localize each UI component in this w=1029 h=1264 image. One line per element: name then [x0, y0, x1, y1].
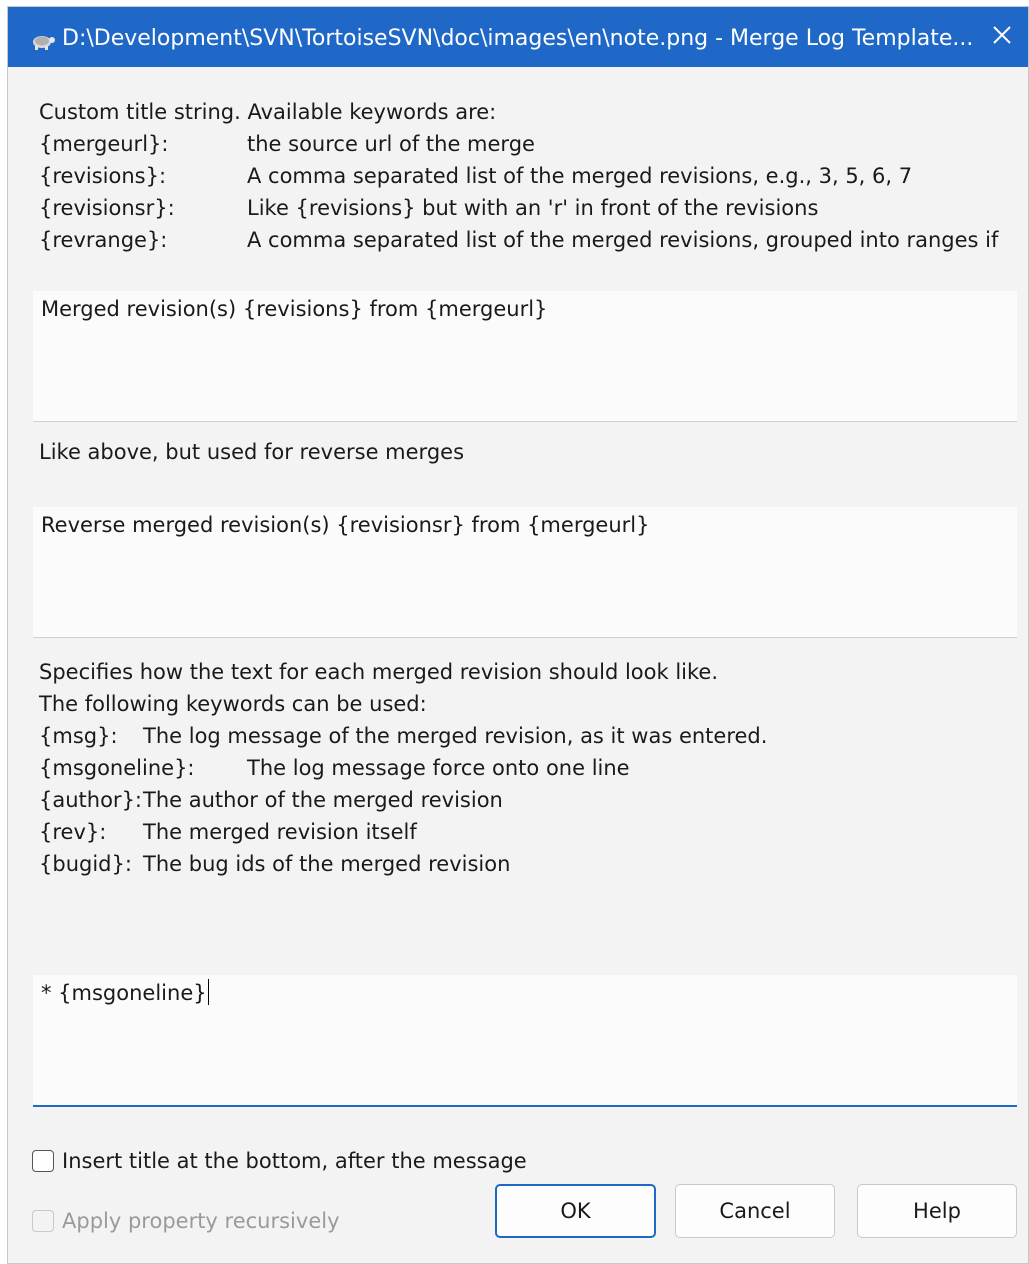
keyword-description: A comma separated list of the merged rev…: [247, 164, 913, 188]
reverse-merge-label: Like above, but used for reverse merges: [39, 440, 465, 464]
close-icon: [992, 25, 1012, 49]
keyword-description: The log message of the merged revision, …: [143, 724, 768, 748]
keyword-name: {mergeurl}:: [39, 132, 169, 156]
insert-title-bottom-label: Insert title at the bottom, after the me…: [62, 1149, 527, 1173]
keyword-name: {author}:: [39, 788, 143, 812]
merge-log-template-dialog: D:\Development\SVN\TortoiseSVN\doc\image…: [7, 6, 1029, 1264]
keyword-description: The merged revision itself: [143, 820, 417, 844]
message-intro-label: The following keywords can be used:: [39, 692, 427, 716]
keyword-name: {revisions}:: [39, 164, 167, 188]
message-template-value: * {msgoneline}: [41, 981, 207, 1005]
help-button[interactable]: Help: [857, 1184, 1017, 1238]
ok-button[interactable]: OK: [495, 1184, 656, 1238]
keyword-name: {revrange}:: [39, 228, 168, 252]
apply-recursively-label: Apply property recursively: [62, 1209, 340, 1233]
reverse-template-value: Reverse merged revision(s) {revisionsr} …: [41, 513, 650, 537]
keyword-description: Like {revisions} but with an 'r' in fron…: [247, 196, 819, 220]
keyword-name: {bugid}:: [39, 852, 132, 876]
cancel-button[interactable]: Cancel: [675, 1184, 835, 1238]
keyword-description: The bug ids of the merged revision: [143, 852, 511, 876]
keyword-description: A comma separated list of the merged rev…: [247, 228, 999, 252]
keyword-name: {msgoneline}:: [39, 756, 195, 780]
keyword-description: The author of the merged revision: [143, 788, 503, 812]
keyword-description: The log message force onto one line: [247, 756, 630, 780]
tortoise-app-icon: [30, 31, 56, 51]
text-caret: [207, 979, 209, 1005]
title-bar: D:\Development\SVN\TortoiseSVN\doc\image…: [8, 7, 1028, 67]
title-intro-label: Custom title string. Available keywords …: [39, 100, 497, 124]
keyword-name: {rev}:: [39, 820, 107, 844]
title-template-value: Merged revision(s) {revisions} from {mer…: [41, 297, 548, 321]
keyword-description: the source url of the merge: [247, 132, 535, 156]
insert-title-bottom-option[interactable]: Insert title at the bottom, after the me…: [32, 1145, 527, 1177]
close-button[interactable]: [976, 7, 1028, 67]
message-template-text: * {msgoneline}: [41, 977, 209, 1009]
insert-title-bottom-checkbox[interactable]: [32, 1150, 54, 1172]
window-title: D:\Development\SVN\TortoiseSVN\doc\image…: [62, 26, 974, 51]
keyword-name: {msg}:: [39, 724, 118, 748]
message-template-input[interactable]: * {msgoneline}: [33, 975, 1017, 1107]
keyword-name: {revisionsr}:: [39, 196, 175, 220]
title-template-input[interactable]: Merged revision(s) {revisions} from {mer…: [33, 291, 1017, 422]
reverse-template-input[interactable]: Reverse merged revision(s) {revisionsr} …: [33, 507, 1017, 638]
apply-recursively-checkbox: [32, 1210, 54, 1232]
message-intro-label: Specifies how the text for each merged r…: [39, 660, 719, 684]
apply-recursively-option: Apply property recursively: [32, 1205, 340, 1237]
